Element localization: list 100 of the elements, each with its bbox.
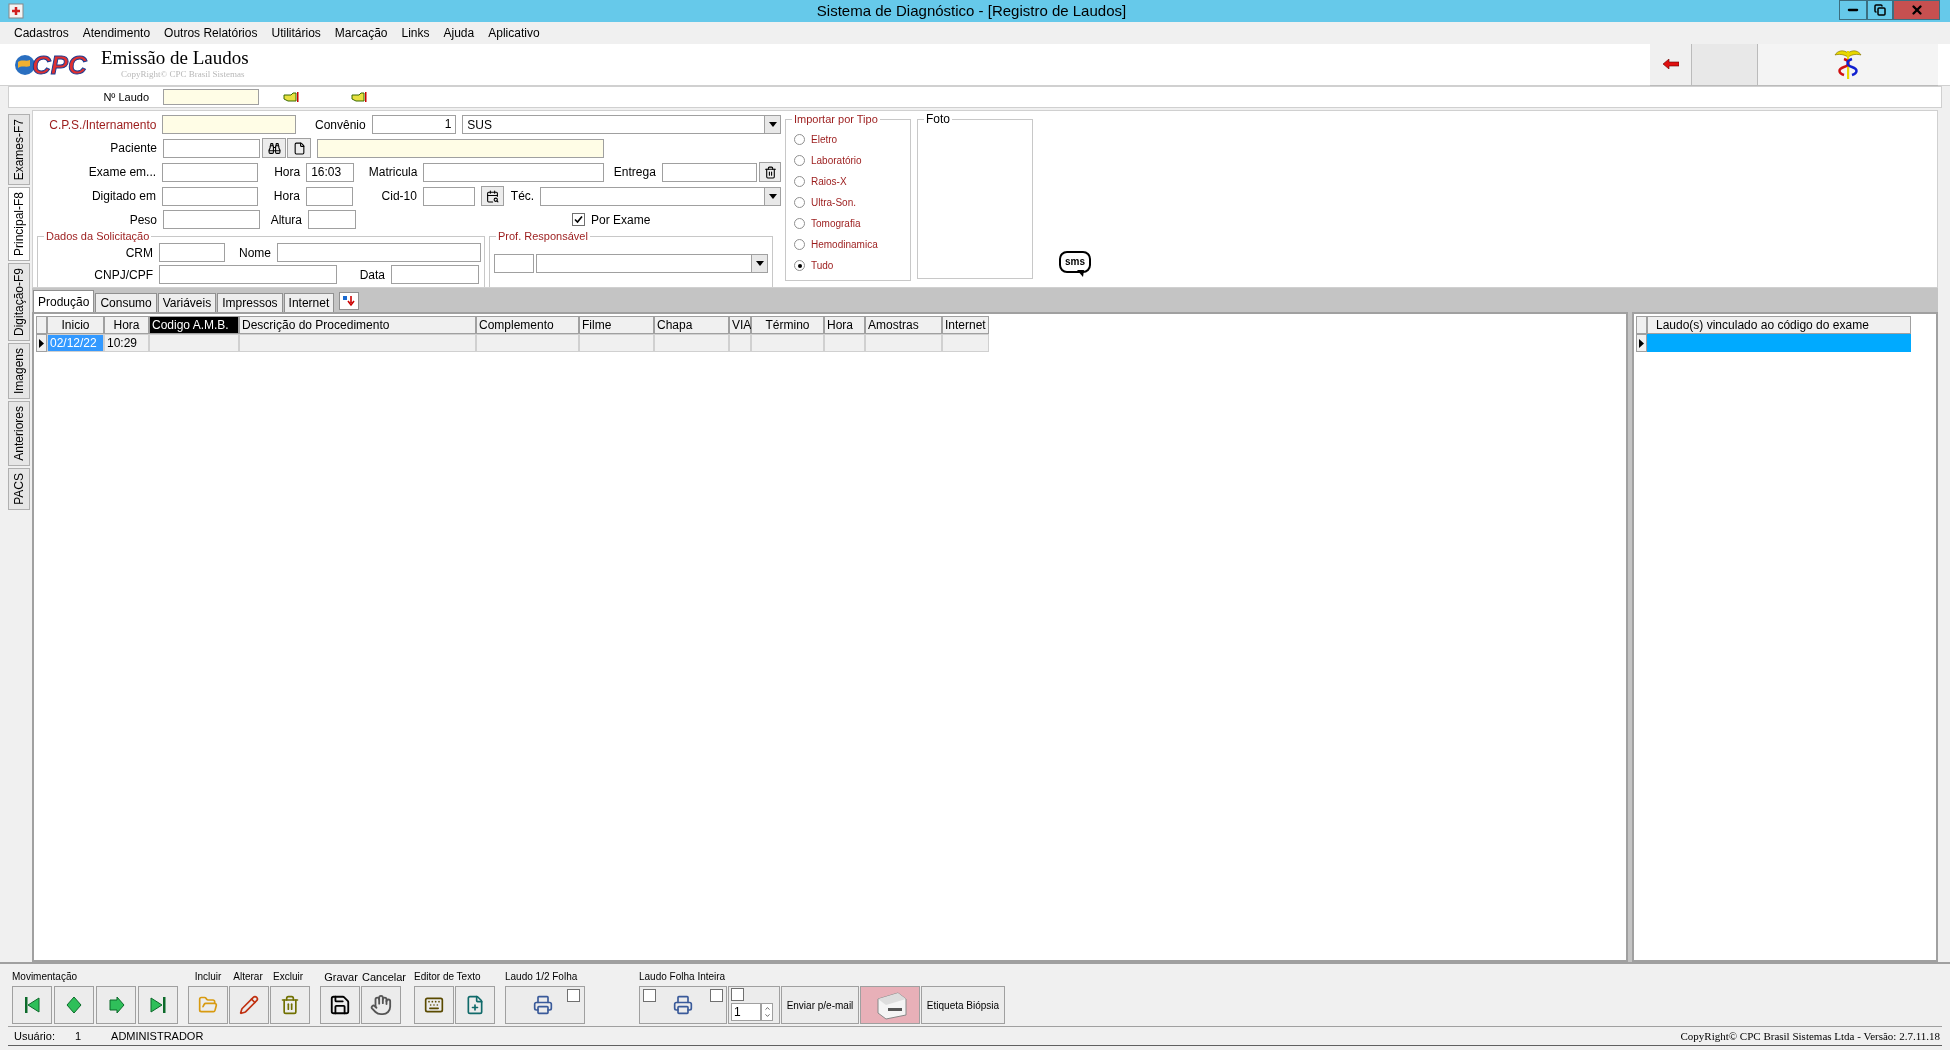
- side-tab[interactable]: Exames-F7: [8, 114, 30, 186]
- save-button[interactable]: [320, 986, 360, 1024]
- add-button[interactable]: [188, 986, 228, 1024]
- menu-item[interactable]: Atendimento: [82, 24, 151, 42]
- column-header[interactable]: Filme: [579, 316, 654, 334]
- input-field[interactable]: [305, 186, 354, 206]
- input-field[interactable]: [161, 186, 259, 206]
- input-field[interactable]: [423, 162, 605, 182]
- column-header[interactable]: Complemento: [476, 316, 579, 334]
- table-cell: [729, 334, 751, 352]
- input-field[interactable]: [159, 243, 225, 262]
- input-field[interactable]: [162, 115, 296, 134]
- close-button[interactable]: [1893, 0, 1940, 20]
- checkbox[interactable]: [731, 988, 744, 1001]
- column-header[interactable]: Laudo(s) vinculado ao código do exame: [1647, 316, 1911, 334]
- text-editor-button[interactable]: [414, 986, 454, 1024]
- menu-item[interactable]: Aplicativo: [488, 24, 540, 42]
- dropdown-field[interactable]: [535, 253, 768, 273]
- version-text: CopyRight© CPC Brasil Sistemas Ltda - Versão: 2.7.11.18: [1680, 1028, 1940, 1044]
- cid-search-button[interactable]: [480, 186, 505, 206]
- checkbox[interactable]: [710, 989, 723, 1002]
- field-label: Altura: [269, 211, 302, 229]
- side-tab[interactable]: Principal-F8: [8, 187, 30, 262]
- input-field[interactable]: [317, 138, 604, 158]
- checkbox[interactable]: [572, 213, 585, 226]
- new-document-button[interactable]: [287, 138, 311, 158]
- input-field[interactable]: [277, 243, 481, 262]
- menu-item[interactable]: Utilitários: [271, 24, 321, 42]
- biopsy-label-button[interactable]: Etiqueta Biópsia: [921, 986, 1005, 1024]
- menu-item[interactable]: Ajuda: [443, 24, 475, 42]
- minimize-button[interactable]: [1839, 0, 1867, 20]
- radio-button[interactable]: [794, 134, 805, 145]
- radio-button[interactable]: [794, 176, 805, 187]
- column-header[interactable]: Chapa: [654, 316, 729, 334]
- input-field[interactable]: 1: [371, 115, 457, 134]
- cancel-button[interactable]: [361, 986, 401, 1024]
- tab[interactable]: Consumo: [95, 293, 157, 312]
- tab[interactable]: Impressos: [217, 293, 283, 312]
- printer-icon: [673, 995, 693, 1015]
- column-header[interactable]: Codigo A.M.B.: [149, 316, 239, 334]
- input-field[interactable]: [422, 186, 475, 206]
- menu-item[interactable]: Outros Relatórios: [164, 24, 258, 42]
- radio-button[interactable]: [794, 155, 805, 166]
- field-label: CNPJ/CPF: [93, 266, 153, 284]
- input-field[interactable]: [661, 162, 758, 182]
- radio-button[interactable]: [794, 239, 805, 250]
- navigation-button[interactable]: [12, 986, 52, 1024]
- column-header[interactable]: VIA: [729, 316, 751, 334]
- pointing-hand-icon[interactable]: [283, 91, 299, 103]
- navigation-button[interactable]: [54, 986, 94, 1024]
- email-button[interactable]: Enviar p/e-mail: [781, 986, 859, 1024]
- restore-button[interactable]: [1867, 0, 1893, 20]
- search-button[interactable]: [262, 138, 286, 158]
- back-button[interactable]: [1650, 43, 1692, 86]
- dropdown-arrow-icon: [768, 122, 777, 127]
- spin-buttons[interactable]: [761, 1003, 773, 1021]
- input-field[interactable]: [163, 210, 260, 229]
- menu-item[interactable]: Marcação: [334, 24, 388, 42]
- dropdown-field[interactable]: [540, 186, 781, 206]
- menu-item[interactable]: Cadastros: [14, 24, 69, 42]
- export-button[interactable]: [339, 292, 360, 310]
- column-header[interactable]: Término: [751, 316, 824, 334]
- copies-field[interactable]: 1: [731, 1003, 761, 1021]
- navigation-button[interactable]: [138, 986, 178, 1024]
- checkbox[interactable]: [643, 989, 656, 1002]
- input-field[interactable]: [159, 265, 337, 284]
- tab[interactable]: Internet: [283, 293, 335, 312]
- checkbox[interactable]: [567, 989, 580, 1002]
- input-field[interactable]: [391, 265, 479, 284]
- side-tab[interactable]: Imagens: [8, 343, 30, 400]
- tab[interactable]: Produção: [33, 290, 95, 312]
- dropdown-field[interactable]: SUS: [462, 115, 781, 134]
- new-text-button[interactable]: [455, 986, 495, 1024]
- edit-button[interactable]: [229, 986, 269, 1024]
- column-header[interactable]: Inicio: [47, 316, 104, 334]
- label-printer-button[interactable]: [860, 986, 920, 1024]
- input-field[interactable]: [308, 210, 356, 229]
- menu-item[interactable]: Links: [401, 24, 430, 42]
- radio-button[interactable]: [794, 197, 805, 208]
- navigation-button[interactable]: [96, 986, 136, 1024]
- column-header[interactable]: Descrição do Procedimento: [239, 316, 476, 334]
- radio-button[interactable]: [794, 260, 805, 271]
- input-field[interactable]: [494, 253, 534, 273]
- pointing-hand-icon[interactable]: [351, 91, 367, 103]
- input-field[interactable]: 16:03: [306, 162, 354, 182]
- radio-label: Tomografia: [811, 217, 861, 231]
- tab[interactable]: Variáveis: [157, 293, 217, 312]
- side-tab[interactable]: Anteriores: [8, 401, 30, 467]
- delete-button[interactable]: [759, 162, 781, 182]
- field-label: Nome: [238, 244, 271, 262]
- column-header[interactable]: Internet: [942, 316, 989, 334]
- column-header[interactable]: Hora: [104, 316, 149, 334]
- input-field[interactable]: [162, 162, 259, 182]
- side-tab[interactable]: Digitação-F9: [8, 263, 30, 342]
- input-field[interactable]: [163, 138, 260, 158]
- radio-button[interactable]: [794, 218, 805, 229]
- input-field[interactable]: [163, 89, 259, 105]
- column-header[interactable]: Hora: [824, 316, 865, 334]
- side-tab[interactable]: PACS: [8, 468, 30, 510]
- column-header[interactable]: Amostras: [865, 316, 942, 334]
